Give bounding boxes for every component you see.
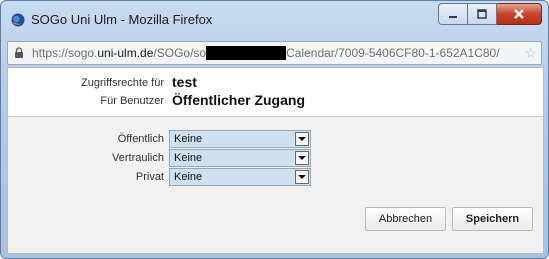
- public-select-value: Keine: [174, 133, 203, 145]
- private-select-value: Keine: [174, 171, 203, 183]
- title-bar[interactable]: SOGo Uni Ulm - Mozilla Firefox: [1, 1, 548, 37]
- cancel-button[interactable]: Abbrechen: [365, 207, 446, 231]
- browser-window: SOGo Uni Ulm - Mozilla Firefox https://s…: [0, 0, 549, 259]
- public-label: Öffentlich: [117, 133, 164, 145]
- minimize-button[interactable]: [438, 3, 468, 25]
- close-icon: [514, 9, 524, 19]
- firefox-icon: [11, 13, 25, 27]
- for-user-value: Öffentlicher Zugang: [172, 92, 305, 108]
- rights-for-label: Zugriffsrechte für: [81, 77, 164, 89]
- confidential-select[interactable]: Keine: [169, 149, 311, 167]
- address-bar[interactable]: https://sogo.uni-ulm.de/SOGo/so Calendar/…: [7, 41, 542, 65]
- star-icon[interactable]: ☆: [524, 45, 537, 62]
- maximize-button[interactable]: [468, 3, 497, 25]
- form-row-private: Privat Keine: [8, 168, 543, 188]
- minimize-icon: [449, 16, 457, 18]
- public-select[interactable]: Keine: [169, 130, 311, 148]
- maximize-icon: [477, 9, 487, 19]
- dropdown-arrow-icon: [295, 151, 309, 165]
- rights-form: Öffentlich Keine Vertraulich Keine Priva…: [8, 117, 543, 253]
- lock-icon: [15, 47, 23, 58]
- form-row-confidential: Vertraulich Keine: [8, 149, 543, 169]
- dropdown-arrow-icon: [295, 170, 309, 184]
- private-select[interactable]: Keine: [169, 168, 311, 186]
- confidential-label: Vertraulich: [112, 152, 164, 164]
- private-label: Privat: [135, 171, 164, 183]
- url-path-start: /SOGo/so: [153, 46, 207, 60]
- url-domain: uni-ulm.de: [97, 46, 154, 60]
- window-controls: [438, 3, 542, 25]
- rights-for-value: test: [172, 74, 197, 90]
- for-user-label: Für Benutzer: [100, 95, 164, 107]
- dialog-content: Zugriffsrechte für test Für Benutzer Öff…: [7, 67, 544, 254]
- confidential-select-value: Keine: [174, 152, 203, 164]
- save-button[interactable]: Speichern: [452, 207, 533, 231]
- window-title: SOGo Uni Ulm - Mozilla Firefox: [31, 12, 213, 27]
- dropdown-arrow-icon: [295, 132, 309, 146]
- close-button[interactable]: [497, 3, 542, 25]
- redacted-block: [206, 46, 287, 60]
- url-scheme: https://sogo.: [32, 46, 98, 60]
- url-path-end: Calendar/7009-5406CF80-1-652A1C80/: [286, 46, 500, 60]
- form-row-public: Öffentlich Keine: [8, 130, 543, 150]
- url-text[interactable]: https://sogo.uni-ulm.de/SOGo/so Calendar/…: [32, 46, 500, 60]
- rights-header: Zugriffsrechte für test Für Benutzer Öff…: [8, 68, 543, 117]
